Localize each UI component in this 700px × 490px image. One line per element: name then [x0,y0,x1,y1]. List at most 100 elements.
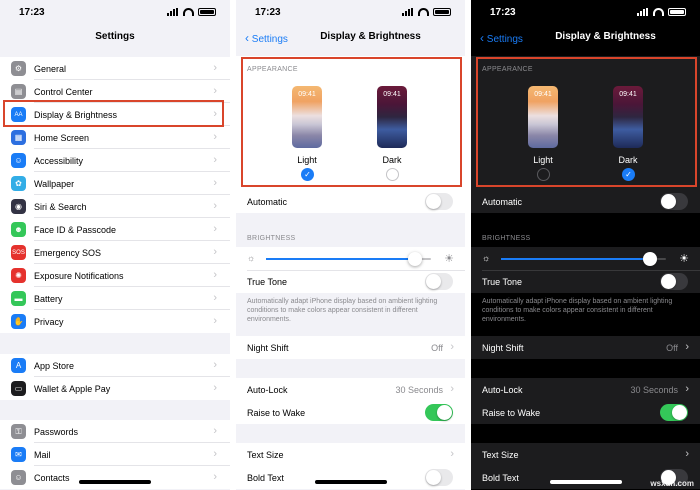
settings-item-home-screen[interactable]: ▦ Home Screen › [0,126,230,149]
raise-to-wake-toggle[interactable] [660,404,688,421]
bold-text-toggle[interactable] [425,469,453,486]
sun-small-icon: ☼ [247,253,256,263]
true-tone-row: True Tone [236,270,465,293]
night-shift-row[interactable]: Night Shift Off › [471,336,700,359]
home-indicator [79,480,151,484]
chevron-right-icon: › [213,85,217,97]
gear-icon: ⚙ [11,61,26,76]
settings-group-1: ⚙ General › ▤ Control Center › AA Display & Bri… [0,57,230,333]
settings-item-privacy[interactable]: ✋ Privacy › [0,310,230,333]
settings-group-3: ⚿ Passwords › ✉ Mail › ☺ Contacts › [0,420,230,489]
control-center-icon: ▤ [11,84,26,99]
settings-item-emergency-sos[interactable]: SOS Emergency SOS › [0,241,230,264]
brightness-knob[interactable] [642,252,657,266]
face-id-icon: ☻ [11,222,26,237]
chevron-right-icon: › [213,359,217,371]
wallet-icon: ▭ [11,381,26,396]
settings-item-wallpaper[interactable]: ✿ Wallpaper › [0,172,230,195]
automatic-toggle[interactable] [425,193,453,210]
settings-item-label: Exposure Notifications [34,270,124,281]
chevron-right-icon: › [213,315,217,327]
status-bar: 17:23 [471,7,700,21]
brightness-fill [266,258,415,260]
settings-item-battery[interactable]: ▬ Battery › [0,287,230,310]
brightness-header: BRIGHTNESS [247,235,296,242]
chevron-right-icon: › [450,341,454,353]
chevron-right-icon: › [685,383,689,395]
chevron-right-icon: › [450,383,454,395]
chevron-right-icon: › [213,154,217,166]
chevron-right-icon: › [685,341,689,353]
auto-lock-row[interactable]: Auto-Lock 30 Seconds › [471,378,700,401]
key-icon: ⚿ [11,424,26,439]
settings-item-accessibility[interactable]: ☺ Accessibility › [0,149,230,172]
status-bar: 17:23 [236,7,465,21]
brightness-knob[interactable] [407,252,422,266]
appearance-highlight [476,57,697,187]
chevron-right-icon: › [213,448,217,460]
exposure-icon: ✺ [11,268,26,283]
settings-item-label: Passwords [34,426,79,437]
brightness-slider[interactable] [266,252,431,266]
settings-item-label: Face ID & Passcode [34,224,117,235]
signal-icon [637,8,649,16]
automatic-toggle[interactable] [660,193,688,210]
watermark: wsxdn.com [650,479,694,488]
auto-lock-row[interactable]: Auto-Lock 30 Seconds › [236,378,465,401]
automatic-row: Automatic [471,190,700,213]
text-size-row[interactable]: Text Size › [471,443,700,466]
settings-item-label: Wallpaper [34,178,75,189]
signal-icon [167,8,179,16]
settings-item-mail[interactable]: ✉ Mail › [0,443,230,466]
chevron-right-icon: › [213,131,217,143]
settings-item-passwords[interactable]: ⚿ Passwords › [0,420,230,443]
text-size-row[interactable]: Text Size › [236,443,465,466]
night-shift-row[interactable]: Night Shift Off › [236,336,465,359]
settings-item-app-store[interactable]: A App Store › [0,354,230,377]
settings-item-label: App Store [34,360,75,371]
auto-lock-value: 30 Seconds [395,384,443,395]
battery-icon: ▬ [11,291,26,306]
brightness-fill [501,258,650,260]
settings-item-contacts[interactable]: ☺ Contacts › [0,466,230,489]
battery-status-icon [668,8,686,16]
wallpaper-icon: ✿ [11,176,26,191]
chevron-right-icon: › [213,471,217,483]
mail-icon: ✉ [11,447,26,462]
settings-item-exposure-notifications[interactable]: ✺ Exposure Notifications › [0,264,230,287]
settings-item-label: Accessibility [34,155,84,166]
settings-item-face-id-passcode[interactable]: ☻ Face ID & Passcode › [0,218,230,241]
settings-item-siri-search[interactable]: ◉ Siri & Search › [0,195,230,218]
automatic-row: Automatic [236,190,465,213]
raise-to-wake-row: Raise to Wake [236,401,465,424]
status-bar: 17:23 [0,7,230,21]
settings-item-label: Control Center [34,86,93,97]
status-time: 17:23 [255,7,281,18]
settings-item-label: Mail [34,449,51,460]
chevron-right-icon: › [213,292,217,304]
display-light-panel: 17:23 ‹ Settings Display & Brightness AP… [236,0,465,490]
settings-item-label: Home Screen [34,132,90,143]
true-tone-footer: Automatically adapt iPhone display based… [247,298,438,323]
chevron-right-icon: › [213,62,217,74]
chevron-right-icon: › [213,177,217,189]
true-tone-toggle[interactable] [425,273,453,290]
brightness-section: ☼ ☀ True Tone [236,247,465,293]
display-dark-panel: 17:23 ‹ Settings Display & Brightness AP… [471,0,700,490]
settings-item-label: Siri & Search [34,201,87,212]
night-shift-value: Off [431,342,443,353]
auto-lock-value: 30 Seconds [630,384,678,395]
raise-to-wake-toggle[interactable] [425,404,453,421]
chevron-right-icon: › [213,200,217,212]
chevron-right-icon: › [450,448,454,460]
home-screen-icon: ▦ [11,130,26,145]
chevron-right-icon: › [213,246,217,258]
settings-item-wallet-apple-pay[interactable]: ▭ Wallet & Apple Pay › [0,377,230,400]
home-indicator [314,480,387,484]
true-tone-toggle[interactable] [660,273,688,290]
settings-item-general[interactable]: ⚙ General › [0,57,230,80]
battery-status-icon [433,8,451,16]
brightness-slider[interactable] [501,252,666,266]
page-title: Display & Brightness [555,31,656,42]
true-tone-row: True Tone [471,270,700,293]
